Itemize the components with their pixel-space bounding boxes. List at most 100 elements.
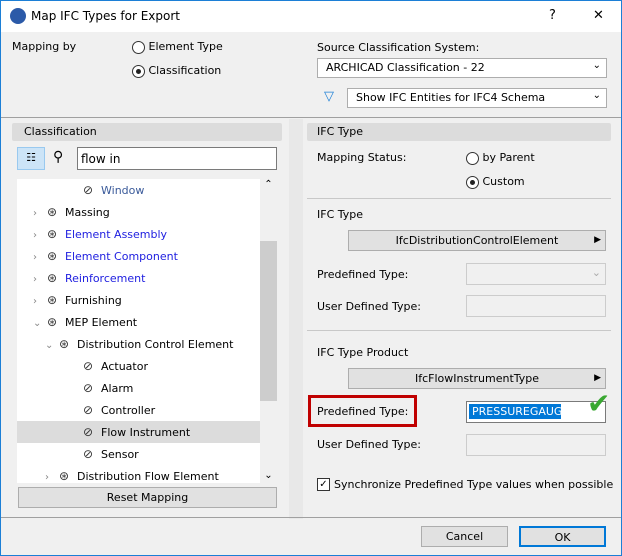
radio-label: Element Type [148, 40, 223, 53]
leaf-crossed-icon: ⊘ [83, 359, 94, 373]
ifc-schema-filter-select[interactable]: Show IFC Entities for IFC4 Schema ⌄ [347, 88, 607, 108]
tree-item[interactable]: ⊘ Window [17, 179, 260, 201]
tree-item-label: Furnishing [65, 294, 122, 307]
leaf-crossed-icon: ⊘ [83, 381, 94, 395]
radio-element-type[interactable]: Element Type [132, 40, 223, 54]
chevron-down-icon: ⌄ [591, 266, 601, 279]
sync-checkbox[interactable]: ✓ [317, 478, 330, 491]
chevron-right-icon[interactable]: › [33, 225, 47, 247]
scroll-up-icon[interactable]: ⌃ [260, 179, 277, 190]
tree-item[interactable]: ⊘ Actuator [17, 355, 260, 377]
tree-item[interactable]: ⌄ ⊛ MEP Element [17, 311, 260, 333]
leaf-crossed-icon: ⊘ [83, 425, 94, 439]
divider [1, 517, 621, 518]
tree-item[interactable]: › ⊛ Distribution Flow Element [17, 465, 260, 483]
tree-item-label: Distribution Flow Element [77, 470, 219, 483]
classification-icon: ⊛ [59, 469, 70, 483]
product-predefined-type-select[interactable]: PRESSUREGAUGE [466, 401, 606, 423]
leaf-crossed-icon: ⊘ [83, 447, 94, 461]
close-button[interactable]: ✕ [593, 8, 604, 23]
tree-item-label: Alarm [101, 382, 134, 395]
triangle-right-icon: ▶ [594, 373, 601, 383]
tree-item-label: Massing [65, 206, 110, 219]
divider [307, 330, 611, 331]
ifc-type-product-label: IFC Type Product [317, 346, 409, 359]
classification-icon: ⊛ [47, 271, 58, 285]
select-value: ARCHICAD Classification - 22 [326, 61, 485, 74]
radio-custom[interactable]: Custom [466, 175, 525, 189]
tree-item-label: Element Component [65, 250, 178, 263]
tree-item-label: Actuator [101, 360, 148, 373]
classification-icon: ⊛ [59, 337, 70, 351]
radio-by-parent[interactable]: by Parent [466, 151, 535, 165]
tree-item[interactable]: ⊘ Flow Instrument [17, 421, 260, 443]
tree-item-label: Reinforcement [65, 272, 146, 285]
source-label: Source Classification System: [317, 41, 480, 54]
radio-classification[interactable]: Classification [132, 64, 221, 78]
tree-item-label: MEP Element [65, 316, 138, 329]
classification-icon: ⊛ [47, 205, 58, 219]
tree-item[interactable]: › ⊛ Massing [17, 201, 260, 223]
tree-item[interactable]: › ⊛ Furnishing [17, 289, 260, 311]
tree-item[interactable]: ⌄ ⊛ Distribution Control Element [17, 333, 260, 355]
filter-icon[interactable]: ▽ [324, 89, 334, 104]
chevron-down-icon: ⌄ [592, 90, 601, 101]
product-user-defined-type-label: User Defined Type: [317, 438, 421, 451]
ifc-type-product-button[interactable]: IfcFlowInstrumentType ▶ [348, 368, 606, 389]
button-label: IfcFlowInstrumentType [414, 372, 540, 385]
classification-icon: ⊛ [47, 315, 58, 329]
predefined-type-label: Predefined Type: [317, 268, 409, 281]
product-predefined-type-label: Predefined Type: [317, 405, 409, 418]
select-value: Show IFC Entities for IFC4 Schema [356, 91, 546, 104]
tree-item[interactable]: › ⊛ Reinforcement [17, 267, 260, 289]
chevron-down-icon: ⌄ [592, 60, 601, 71]
classification-icon: ⊛ [47, 249, 58, 263]
mapping-status-label: Mapping Status: [317, 151, 407, 164]
user-defined-type-input[interactable] [466, 295, 606, 317]
search-icon: ⚲ [53, 149, 64, 165]
reset-mapping-button[interactable]: Reset Mapping [18, 487, 277, 508]
ok-button[interactable]: OK [519, 526, 606, 547]
mapping-by-label: Mapping by [12, 40, 77, 53]
tree-view-toggle[interactable]: ☷ [17, 147, 45, 170]
dialog: Map IFC Types for Export ? ✕ Mapping by … [0, 0, 622, 556]
tree-item[interactable]: ⊘ Controller [17, 399, 260, 421]
selected-value: PRESSUREGAUGE [469, 404, 569, 419]
divider [1, 117, 621, 118]
tree-item-label: Flow Instrument [101, 426, 191, 439]
tree-item[interactable]: › ⊛ Element Component [17, 245, 260, 267]
tree-item[interactable]: ⊘ Alarm [17, 377, 260, 399]
help-button[interactable]: ? [549, 8, 556, 23]
tree-item-label: Element Assembly [65, 228, 168, 241]
panel-separator [289, 119, 303, 519]
chevron-right-icon[interactable]: › [33, 203, 47, 225]
leaf-crossed-icon: ⊘ [83, 183, 94, 197]
chevron-right-icon[interactable]: › [33, 269, 47, 291]
search-input[interactable] [77, 147, 277, 170]
leaf-crossed-icon: ⊘ [83, 403, 94, 417]
source-classification-select[interactable]: ARCHICAD Classification - 22 ⌄ [317, 58, 607, 78]
ifc-type-button[interactable]: IfcDistributionControlElement ▶ [348, 230, 606, 251]
checkmark-icon: ✔ [587, 387, 611, 420]
button-label: IfcDistributionControlElement [395, 234, 559, 247]
tree-item[interactable]: ⊘ Sensor [17, 443, 260, 465]
classification-icon: ⊛ [47, 227, 58, 241]
predefined-type-select[interactable]: ⌄ [466, 263, 606, 285]
tree-item-label: Sensor [101, 448, 139, 461]
chevron-right-icon[interactable]: › [33, 247, 47, 269]
tree-item-label: Controller [101, 404, 156, 417]
chevron-right-icon[interactable]: › [45, 467, 59, 483]
title-bar: Map IFC Types for Export ? ✕ [1, 1, 621, 32]
chevron-right-icon[interactable]: › [33, 291, 47, 313]
chevron-down-icon[interactable]: ⌄ [45, 335, 59, 357]
scroll-thumb[interactable] [260, 241, 277, 401]
chevron-down-icon[interactable]: ⌄ [33, 313, 47, 335]
product-user-defined-type-input[interactable] [466, 434, 606, 456]
radio-label: Classification [148, 64, 222, 77]
tree-item-label: Window [101, 184, 145, 197]
scroll-down-icon[interactable]: ⌄ [260, 470, 277, 481]
tree-item[interactable]: › ⊛ Element Assembly [17, 223, 260, 245]
classification-header: Classification [12, 123, 282, 141]
scrollbar[interactable]: ⌃ ⌄ [260, 179, 277, 483]
cancel-button[interactable]: Cancel [421, 526, 508, 547]
